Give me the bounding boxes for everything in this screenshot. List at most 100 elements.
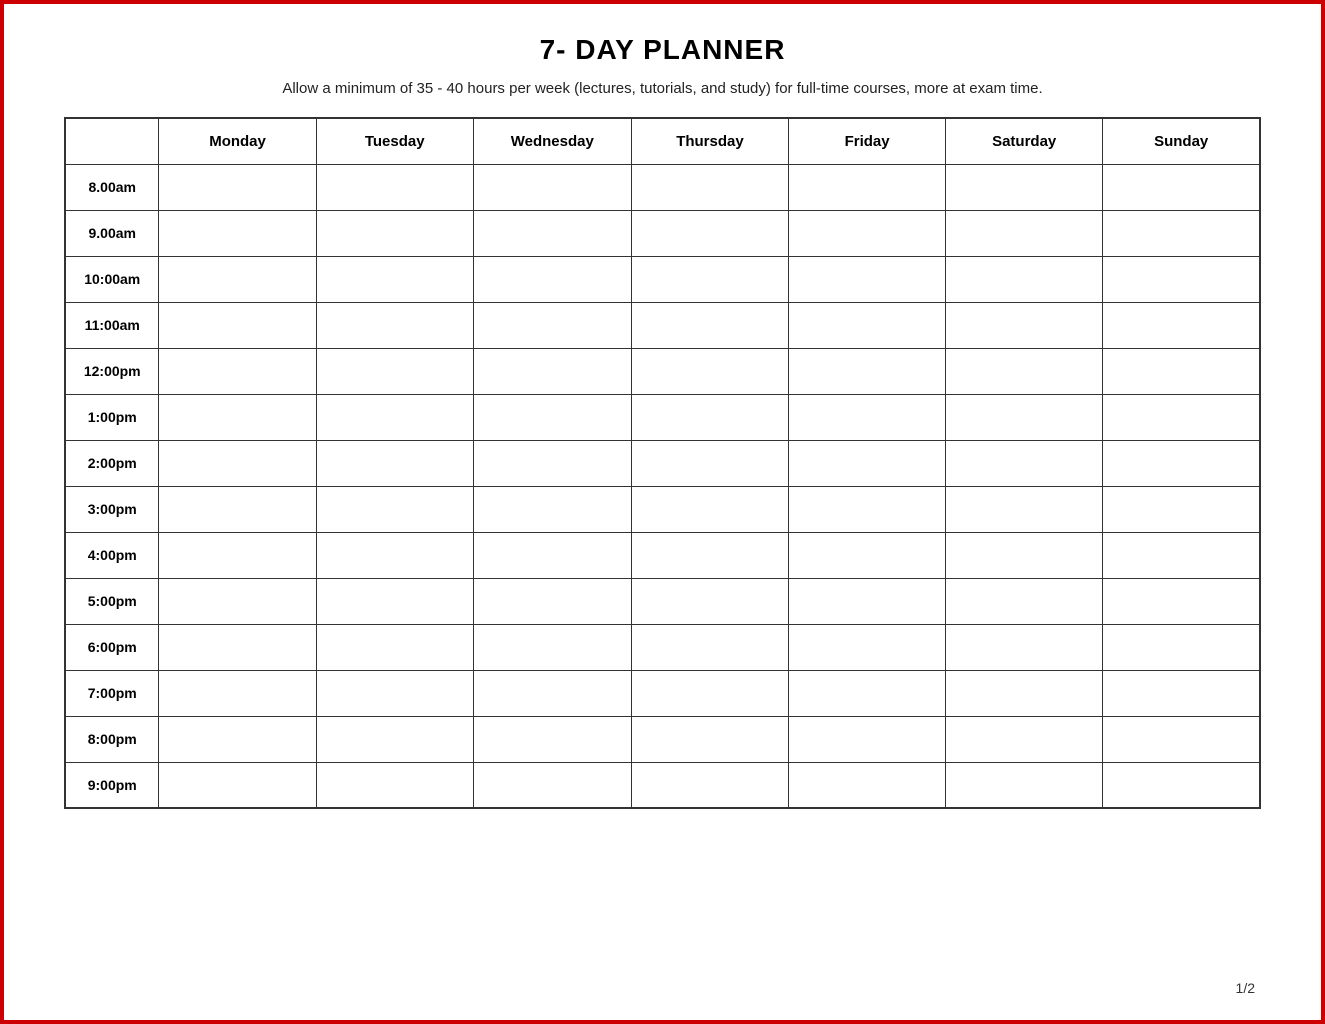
schedule-cell[interactable] bbox=[946, 302, 1103, 348]
schedule-cell[interactable] bbox=[473, 624, 631, 670]
schedule-cell[interactable] bbox=[631, 210, 788, 256]
schedule-cell[interactable] bbox=[789, 716, 946, 762]
schedule-cell[interactable] bbox=[789, 762, 946, 808]
schedule-cell[interactable] bbox=[473, 440, 631, 486]
schedule-cell[interactable] bbox=[946, 440, 1103, 486]
schedule-cell[interactable] bbox=[631, 440, 788, 486]
schedule-cell[interactable] bbox=[1103, 762, 1260, 808]
schedule-cell[interactable] bbox=[789, 486, 946, 532]
schedule-cell[interactable] bbox=[159, 486, 316, 532]
schedule-cell[interactable] bbox=[159, 440, 316, 486]
schedule-cell[interactable] bbox=[316, 440, 473, 486]
schedule-cell[interactable] bbox=[631, 716, 788, 762]
schedule-cell[interactable] bbox=[1103, 394, 1260, 440]
schedule-cell[interactable] bbox=[316, 256, 473, 302]
schedule-cell[interactable] bbox=[1103, 302, 1260, 348]
schedule-cell[interactable] bbox=[473, 762, 631, 808]
schedule-cell[interactable] bbox=[1103, 164, 1260, 210]
schedule-cell[interactable] bbox=[946, 578, 1103, 624]
schedule-cell[interactable] bbox=[789, 394, 946, 440]
schedule-cell[interactable] bbox=[473, 302, 631, 348]
schedule-cell[interactable] bbox=[316, 394, 473, 440]
schedule-cell[interactable] bbox=[159, 532, 316, 578]
schedule-cell[interactable] bbox=[946, 532, 1103, 578]
schedule-cell[interactable] bbox=[473, 670, 631, 716]
schedule-cell[interactable] bbox=[789, 440, 946, 486]
schedule-cell[interactable] bbox=[159, 302, 316, 348]
schedule-cell[interactable] bbox=[631, 302, 788, 348]
schedule-cell[interactable] bbox=[473, 578, 631, 624]
schedule-cell[interactable] bbox=[631, 486, 788, 532]
schedule-cell[interactable] bbox=[1103, 210, 1260, 256]
schedule-cell[interactable] bbox=[1103, 670, 1260, 716]
schedule-cell[interactable] bbox=[316, 164, 473, 210]
schedule-cell[interactable] bbox=[316, 486, 473, 532]
schedule-cell[interactable] bbox=[631, 762, 788, 808]
schedule-cell[interactable] bbox=[316, 762, 473, 808]
schedule-cell[interactable] bbox=[946, 348, 1103, 394]
schedule-cell[interactable] bbox=[1103, 348, 1260, 394]
schedule-cell[interactable] bbox=[631, 578, 788, 624]
schedule-cell[interactable] bbox=[789, 578, 946, 624]
schedule-cell[interactable] bbox=[1103, 440, 1260, 486]
schedule-cell[interactable] bbox=[1103, 716, 1260, 762]
schedule-cell[interactable] bbox=[159, 716, 316, 762]
schedule-cell[interactable] bbox=[1103, 532, 1260, 578]
schedule-cell[interactable] bbox=[473, 486, 631, 532]
schedule-cell[interactable] bbox=[946, 670, 1103, 716]
schedule-cell[interactable] bbox=[316, 532, 473, 578]
schedule-cell[interactable] bbox=[789, 164, 946, 210]
table-row: 8.00am bbox=[65, 164, 1260, 210]
schedule-cell[interactable] bbox=[789, 670, 946, 716]
time-cell: 12:00pm bbox=[65, 348, 159, 394]
schedule-cell[interactable] bbox=[159, 394, 316, 440]
schedule-cell[interactable] bbox=[789, 532, 946, 578]
schedule-cell[interactable] bbox=[159, 210, 316, 256]
schedule-cell[interactable] bbox=[473, 256, 631, 302]
schedule-cell[interactable] bbox=[631, 394, 788, 440]
schedule-cell[interactable] bbox=[789, 348, 946, 394]
schedule-cell[interactable] bbox=[473, 348, 631, 394]
schedule-cell[interactable] bbox=[631, 256, 788, 302]
schedule-cell[interactable] bbox=[159, 762, 316, 808]
schedule-cell[interactable] bbox=[473, 716, 631, 762]
schedule-cell[interactable] bbox=[316, 670, 473, 716]
schedule-cell[interactable] bbox=[473, 164, 631, 210]
schedule-cell[interactable] bbox=[159, 164, 316, 210]
schedule-cell[interactable] bbox=[631, 164, 788, 210]
schedule-cell[interactable] bbox=[946, 624, 1103, 670]
schedule-cell[interactable] bbox=[159, 624, 316, 670]
schedule-cell[interactable] bbox=[159, 670, 316, 716]
schedule-cell[interactable] bbox=[473, 210, 631, 256]
schedule-cell[interactable] bbox=[631, 348, 788, 394]
schedule-cell[interactable] bbox=[946, 210, 1103, 256]
schedule-cell[interactable] bbox=[159, 348, 316, 394]
schedule-cell[interactable] bbox=[789, 302, 946, 348]
schedule-cell[interactable] bbox=[631, 532, 788, 578]
schedule-cell[interactable] bbox=[316, 210, 473, 256]
schedule-cell[interactable] bbox=[631, 624, 788, 670]
schedule-cell[interactable] bbox=[473, 394, 631, 440]
schedule-cell[interactable] bbox=[159, 256, 316, 302]
schedule-cell[interactable] bbox=[946, 486, 1103, 532]
schedule-cell[interactable] bbox=[316, 302, 473, 348]
schedule-cell[interactable] bbox=[1103, 578, 1260, 624]
schedule-cell[interactable] bbox=[946, 716, 1103, 762]
schedule-cell[interactable] bbox=[316, 624, 473, 670]
schedule-cell[interactable] bbox=[316, 348, 473, 394]
schedule-cell[interactable] bbox=[1103, 256, 1260, 302]
schedule-cell[interactable] bbox=[316, 578, 473, 624]
schedule-cell[interactable] bbox=[1103, 486, 1260, 532]
schedule-cell[interactable] bbox=[946, 164, 1103, 210]
schedule-cell[interactable] bbox=[159, 578, 316, 624]
schedule-cell[interactable] bbox=[631, 670, 788, 716]
schedule-cell[interactable] bbox=[789, 624, 946, 670]
schedule-cell[interactable] bbox=[789, 256, 946, 302]
schedule-cell[interactable] bbox=[946, 762, 1103, 808]
schedule-cell[interactable] bbox=[946, 256, 1103, 302]
schedule-cell[interactable] bbox=[316, 716, 473, 762]
schedule-cell[interactable] bbox=[473, 532, 631, 578]
schedule-cell[interactable] bbox=[946, 394, 1103, 440]
schedule-cell[interactable] bbox=[789, 210, 946, 256]
schedule-cell[interactable] bbox=[1103, 624, 1260, 670]
